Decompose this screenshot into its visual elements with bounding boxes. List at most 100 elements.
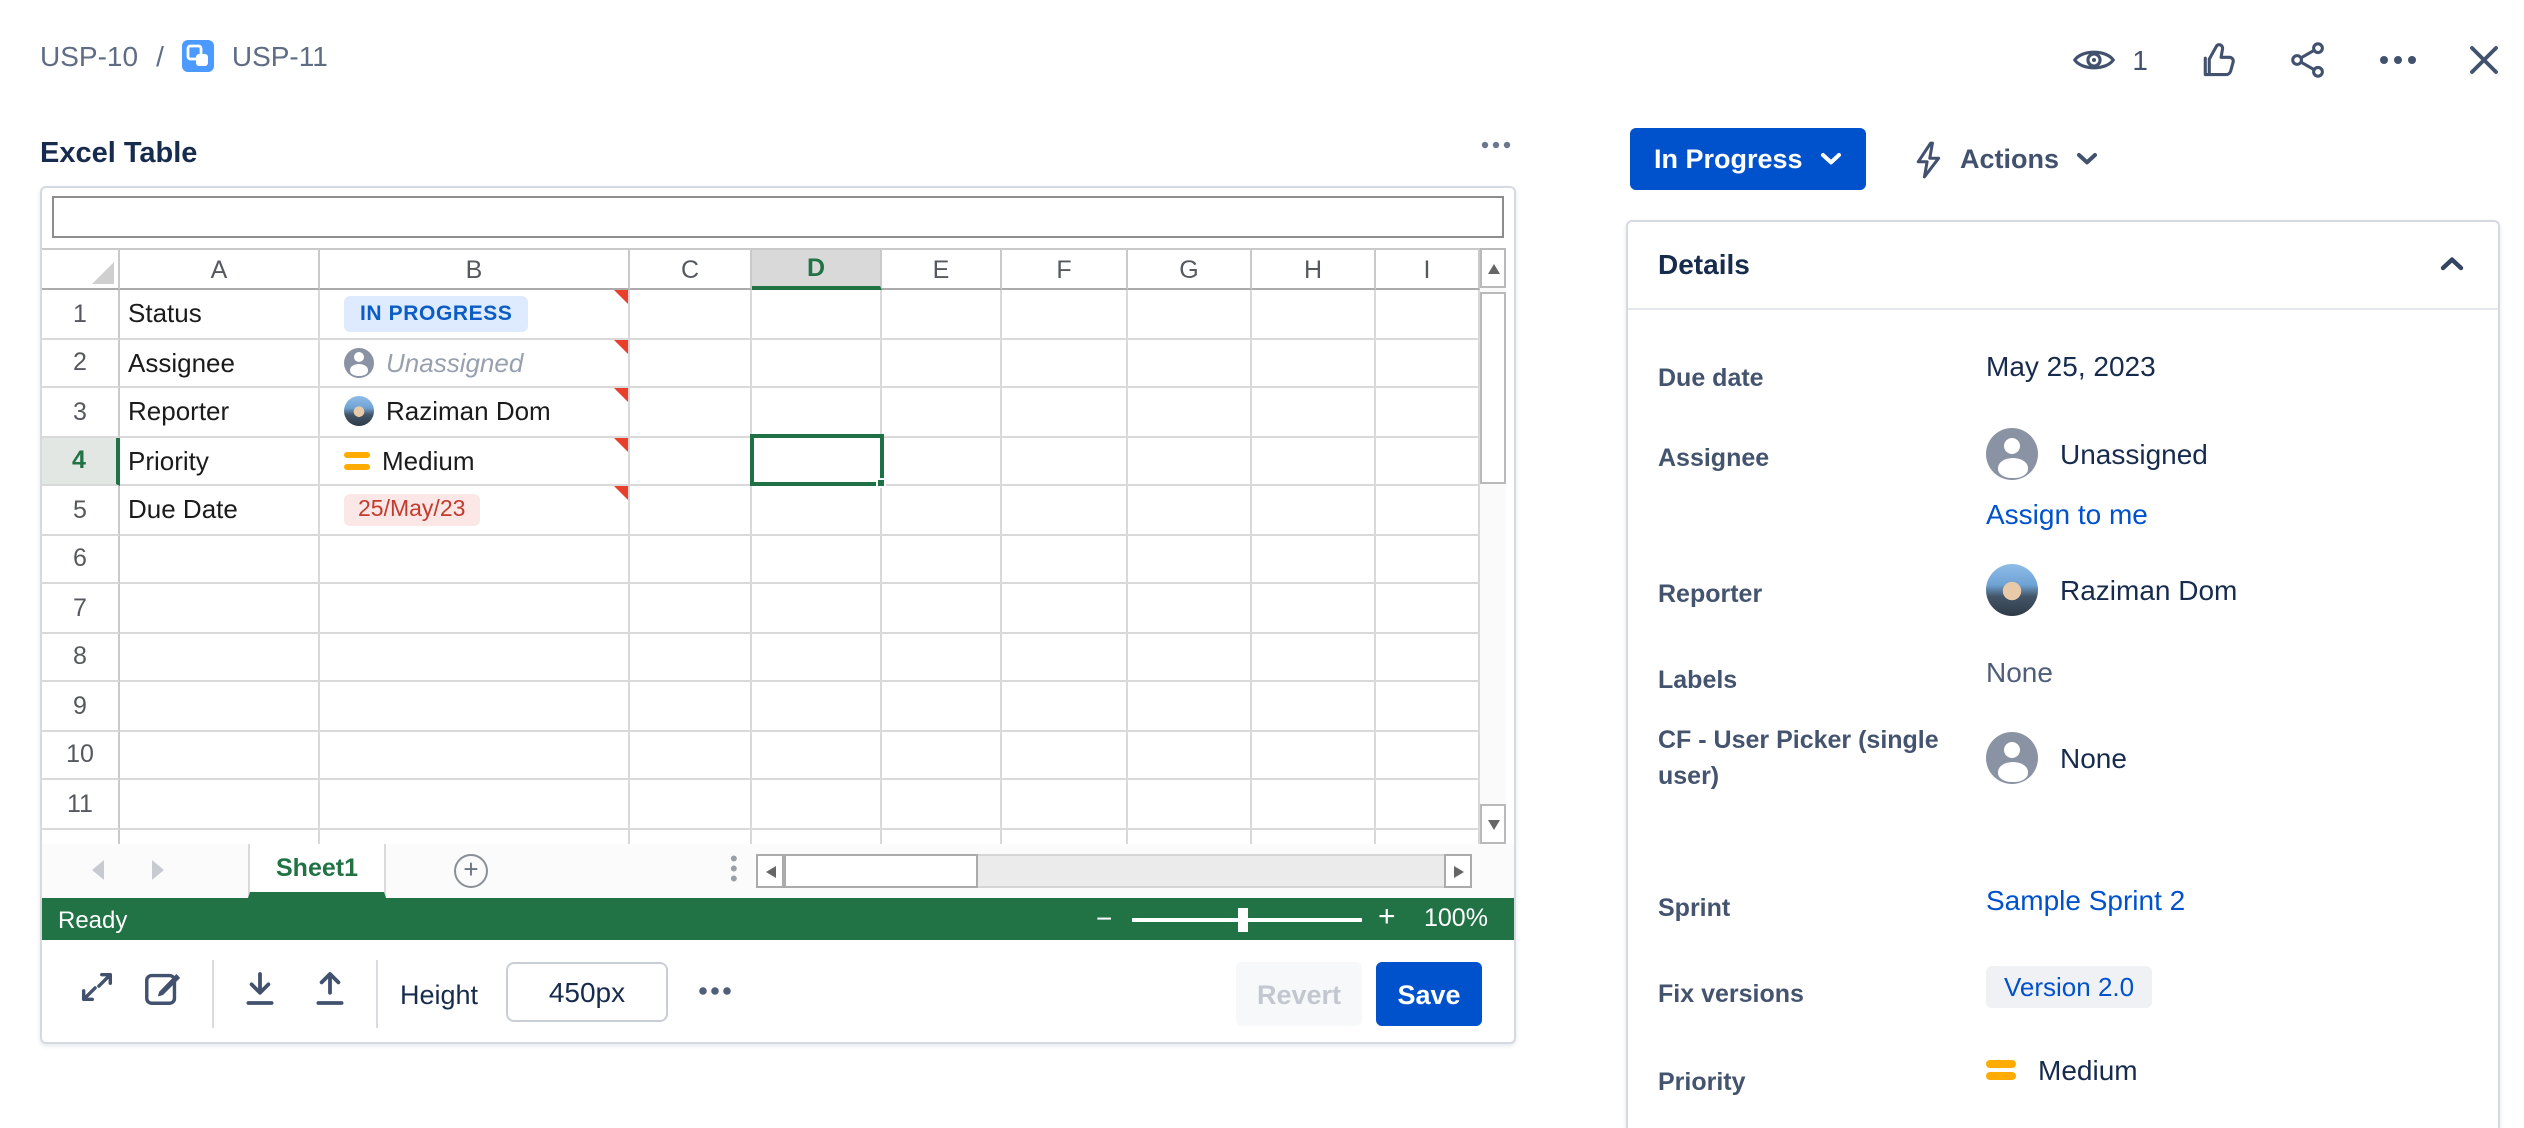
upload-icon[interactable] (312, 970, 348, 1008)
cell-I3[interactable] (1376, 388, 1480, 437)
horizontal-scroll-thumb[interactable] (784, 854, 978, 888)
horizontal-scrollbar[interactable] (784, 854, 1444, 888)
row-header-5[interactable]: 5 (42, 486, 120, 535)
cell-H7[interactable] (1252, 584, 1376, 633)
cell[interactable] (882, 829, 1002, 845)
row-header-2[interactable]: 2 (42, 339, 120, 388)
cell-G10[interactable] (1128, 731, 1252, 780)
cell-C5[interactable] (630, 486, 752, 535)
cell[interactable] (1252, 829, 1376, 845)
cell[interactable] (1376, 829, 1480, 845)
cell-C4[interactable] (630, 437, 752, 486)
fix-versions-value[interactable]: Version 2.0 (1986, 966, 2152, 1008)
cell-E8[interactable] (882, 633, 1002, 682)
cell-B9[interactable] (320, 682, 630, 731)
cell[interactable] (1002, 829, 1128, 845)
next-sheet-icon[interactable] (150, 860, 166, 880)
cell-G7[interactable] (1128, 584, 1252, 633)
fill-handle[interactable] (876, 478, 886, 488)
cell-G4[interactable] (1128, 437, 1252, 486)
add-sheet-icon[interactable]: + (454, 854, 488, 888)
reporter-value[interactable]: Raziman Dom (1986, 564, 2237, 616)
assign-to-me-link[interactable]: Assign to me (1986, 498, 2148, 530)
cell-C10[interactable] (630, 731, 752, 780)
due-date-value[interactable]: May 25, 2023 (1986, 350, 2156, 382)
cell-E2[interactable] (882, 339, 1002, 388)
cell-B5[interactable]: 25/May/23 (320, 486, 630, 535)
cell-C1[interactable] (630, 290, 752, 339)
version-lozenge[interactable]: Version 2.0 (1986, 966, 2152, 1008)
cell-H11[interactable] (1252, 780, 1376, 829)
cell-B11[interactable] (320, 780, 630, 829)
cell-E11[interactable] (882, 780, 1002, 829)
cell-F2[interactable] (1002, 339, 1128, 388)
cell-I8[interactable] (1376, 633, 1480, 682)
cell-D7[interactable] (752, 584, 882, 633)
more-actions-icon[interactable] (2378, 54, 2418, 66)
cell-D11[interactable] (752, 780, 882, 829)
cell-I9[interactable] (1376, 682, 1480, 731)
like-thumbs-up-icon[interactable] (2198, 40, 2238, 80)
cell-C9[interactable] (630, 682, 752, 731)
cell-A2[interactable]: Assignee (120, 339, 320, 388)
column-header-F[interactable]: F (1002, 250, 1128, 290)
toolbar-more-icon[interactable] (698, 986, 732, 996)
cell-F6[interactable] (1002, 535, 1128, 584)
cell-D6[interactable] (752, 535, 882, 584)
cell-G8[interactable] (1128, 633, 1252, 682)
cell-B3[interactable]: Raziman Dom (320, 388, 630, 437)
row-header-1[interactable]: 1 (42, 290, 120, 339)
cell-H3[interactable] (1252, 388, 1376, 437)
row-header-partial[interactable] (42, 829, 120, 845)
zoom-slider[interactable] (1132, 918, 1362, 921)
cell-F1[interactable] (1002, 290, 1128, 339)
cell-H2[interactable] (1252, 339, 1376, 388)
cell-C7[interactable] (630, 584, 752, 633)
edit-icon[interactable] (142, 966, 184, 1008)
select-all-corner[interactable] (42, 250, 120, 290)
cell-I2[interactable] (1376, 339, 1480, 388)
hscroll-left-button[interactable] (756, 854, 784, 888)
cell-G2[interactable] (1128, 339, 1252, 388)
scroll-up-button[interactable] (1480, 248, 1506, 288)
cell-I5[interactable] (1376, 486, 1480, 535)
cell-F8[interactable] (1002, 633, 1128, 682)
cell-F5[interactable] (1002, 486, 1128, 535)
share-icon[interactable] (2288, 40, 2328, 80)
breadcrumb-parent-link[interactable]: USP-10 (40, 40, 138, 72)
cell-I6[interactable] (1376, 535, 1480, 584)
cell-G11[interactable] (1128, 780, 1252, 829)
cell-A11[interactable] (120, 780, 320, 829)
cell-F3[interactable] (1002, 388, 1128, 437)
prev-sheet-icon[interactable] (90, 860, 106, 880)
watchers-eye-icon[interactable] (2072, 44, 2116, 76)
cell-G3[interactable] (1128, 388, 1252, 437)
cell-C2[interactable] (630, 339, 752, 388)
cell-F11[interactable] (1002, 780, 1128, 829)
fullscreen-expand-icon[interactable] (78, 968, 116, 1006)
cell-C6[interactable] (630, 535, 752, 584)
cell-F4[interactable] (1002, 437, 1128, 486)
row-header-11[interactable]: 11 (42, 780, 120, 829)
assignee-value[interactable]: Unassigned (1986, 428, 2208, 480)
cell-H10[interactable] (1252, 731, 1376, 780)
cell-F10[interactable] (1002, 731, 1128, 780)
column-header-H[interactable]: H (1252, 250, 1376, 290)
cell-I11[interactable] (1376, 780, 1480, 829)
revert-button[interactable]: Revert (1236, 962, 1362, 1026)
vertical-scrollbar[interactable] (1480, 248, 1506, 844)
breadcrumb-current-link[interactable]: USP-11 (232, 40, 328, 72)
cell-I10[interactable] (1376, 731, 1480, 780)
cell-B4[interactable]: Medium (320, 437, 630, 486)
priority-value[interactable]: Medium (1986, 1054, 2138, 1086)
zoom-in-icon[interactable]: + (1378, 900, 1396, 934)
cell-C11[interactable] (630, 780, 752, 829)
height-input[interactable]: 450px (506, 962, 668, 1022)
row-header-3[interactable]: 3 (42, 388, 120, 437)
cell-B8[interactable] (320, 633, 630, 682)
cell[interactable] (120, 829, 320, 845)
cell-B1[interactable]: IN PROGRESS (320, 290, 630, 339)
cell-E5[interactable] (882, 486, 1002, 535)
formula-bar-input[interactable] (52, 196, 1504, 238)
collapse-chevron-up-icon[interactable] (2440, 256, 2464, 272)
